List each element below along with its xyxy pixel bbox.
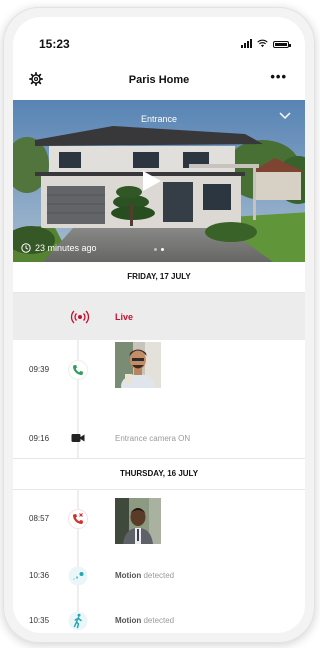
visitor-snapshot[interactable] — [115, 498, 161, 544]
timeline-item-motion[interactable]: 10:36 Motion detected — [13, 557, 305, 597]
event-label-bold: Motion — [115, 616, 142, 625]
day-label: FRIDAY, 17 JULY — [127, 272, 191, 281]
status-time: 15:23 — [39, 37, 70, 51]
timeline-item-camera-on[interactable]: 09:16 Entrance camera ON — [13, 414, 305, 458]
play-icon[interactable] — [140, 170, 162, 192]
carousel-dots — [13, 248, 305, 251]
event-label-rest: detected — [141, 616, 175, 625]
event-time: 09:39 — [29, 365, 50, 374]
status-bar: 15:23 — [13, 17, 305, 59]
signal-icon — [241, 39, 252, 48]
live-label: Live — [115, 312, 134, 322]
status-icons — [241, 39, 291, 48]
app-header: Paris Home ••• — [13, 69, 305, 95]
visitor-snapshot[interactable] — [115, 342, 161, 388]
timeline-item-missed-call[interactable]: 08:57 — [13, 492, 305, 550]
event-time: 08:57 — [29, 514, 50, 523]
more-menu-button[interactable]: ••• — [270, 69, 287, 84]
event-label: Entrance camera ON — [115, 434, 191, 443]
home-title: Paris Home — [128, 74, 190, 86]
timeline-item-live[interactable]: Live — [13, 293, 305, 340]
motion-icon — [68, 566, 88, 586]
day-header-friday: FRIDAY, 17 JULY — [13, 262, 305, 293]
chevron-down-icon[interactable] — [279, 112, 291, 120]
person-walking-icon — [68, 611, 88, 631]
timeline-item-person[interactable]: 10:35 Motion detected — [13, 602, 305, 633]
phone-frame: 15:23 Paris Home ••• Entrance 23 minutes… — [3, 7, 315, 643]
wifi-icon — [257, 39, 268, 48]
phone-missed-icon — [68, 509, 88, 529]
camera-preview[interactable]: Entrance 23 minutes ago — [13, 100, 305, 262]
day-label: THURSDAY, 16 JULY — [119, 469, 199, 478]
event-label-bold: Motion — [115, 571, 142, 580]
battery-icon — [273, 41, 291, 48]
carousel-dot[interactable] — [154, 248, 157, 251]
live-broadcast-icon — [70, 310, 90, 324]
video-camera-icon — [71, 434, 85, 442]
event-time: 10:35 — [29, 616, 50, 625]
carousel-dot-active[interactable] — [161, 248, 164, 251]
camera-name[interactable]: Entrance — [13, 114, 305, 124]
day-header-thursday: THURSDAY, 16 JULY — [13, 458, 305, 490]
phone-answered-icon — [68, 360, 88, 380]
event-label-rest: detected — [141, 571, 175, 580]
event-time: 09:16 — [29, 434, 50, 443]
timeline-item-call[interactable]: 09:39 — [13, 342, 305, 402]
event-time: 10:36 — [29, 571, 50, 580]
event-label: Motion detected — [115, 571, 174, 580]
event-label: Motion detected — [115, 616, 174, 625]
app-screen: 15:23 Paris Home ••• Entrance 23 minutes… — [13, 17, 305, 633]
